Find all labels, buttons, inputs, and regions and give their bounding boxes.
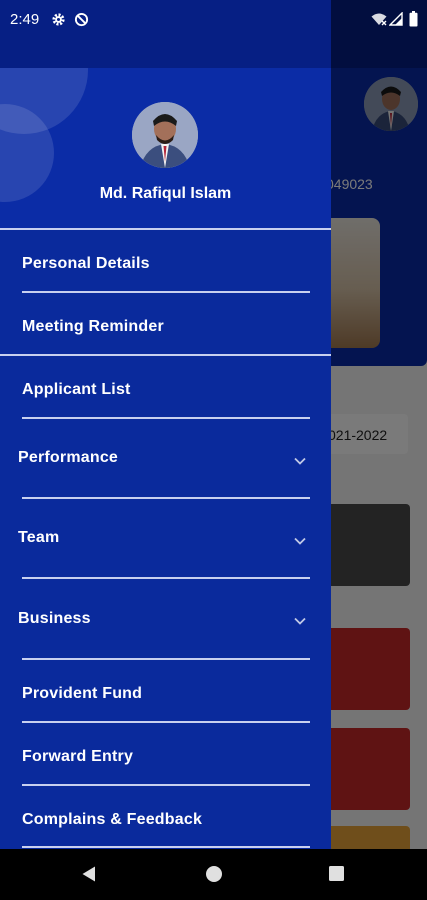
menu-item-label: Forward Entry <box>22 748 134 765</box>
profile-name: Md. Rafiqul Islam <box>99 185 232 202</box>
menu-item-label: Meeting Reminder <box>22 318 164 335</box>
menu-item-applicant-list[interactable]: Applicant List <box>0 355 331 417</box>
menu-item-label: Complains & Feedback <box>22 811 203 828</box>
wifi-icon <box>371 13 387 26</box>
menu-item-label: Provident Fund <box>22 685 143 702</box>
menu-item-label: Business <box>18 610 91 627</box>
data-saver-icon <box>74 12 89 27</box>
settings-gear-icon <box>52 13 65 26</box>
menu-item-label: Performance <box>18 449 119 466</box>
chevron-down-icon <box>294 617 306 625</box>
menu-item-personal-details[interactable]: Personal Details <box>0 229 331 292</box>
menu-item-forward-entry[interactable]: Forward Entry <box>0 722 331 784</box>
menu-item-label: Team <box>18 529 60 546</box>
signal-icon <box>389 12 403 26</box>
status-time: 2:49 <box>10 11 40 28</box>
menu-divider <box>22 846 310 848</box>
profile-avatar[interactable] <box>132 102 198 168</box>
drawer-header: Md. Rafiqul Islam <box>0 68 331 228</box>
navigation-drawer: Md. Rafiqul Islam Personal Details Meeti… <box>0 0 331 849</box>
home-icon[interactable] <box>205 865 223 883</box>
menu-item-meeting-reminder[interactable]: Meeting Reminder <box>0 292 331 354</box>
recents-icon[interactable] <box>328 865 345 882</box>
navigation-bar <box>0 849 427 900</box>
status-bar: 2:49 <box>0 0 427 40</box>
menu-item-performance[interactable]: Performance <box>0 418 331 497</box>
battery-icon <box>409 11 418 27</box>
menu-item-team[interactable]: Team <box>0 498 331 577</box>
menu-item-complains-feedback[interactable]: Complains & Feedback <box>0 785 331 847</box>
menu-item-business[interactable]: Business <box>0 578 331 658</box>
back-icon[interactable] <box>80 865 98 883</box>
chevron-down-icon <box>294 537 306 545</box>
chevron-down-icon <box>294 457 306 465</box>
menu-item-provident-fund[interactable]: Provident Fund <box>0 659 331 721</box>
menu-item-label: Personal Details <box>22 255 150 272</box>
menu-item-label: Applicant List <box>22 381 131 398</box>
